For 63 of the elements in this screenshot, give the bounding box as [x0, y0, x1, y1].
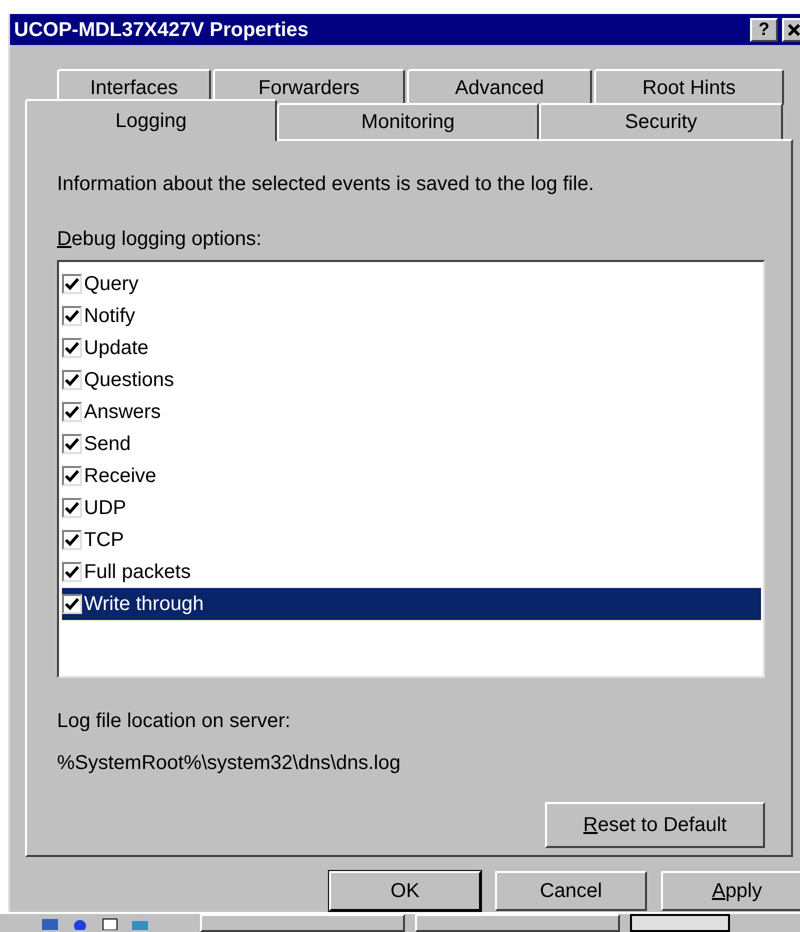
checkbox[interactable]: [62, 434, 82, 454]
tab[interactable]: Root Hints: [594, 69, 784, 105]
option-label: Query: [84, 272, 138, 297]
option-label: TCP: [84, 528, 124, 553]
tab[interactable]: Logging: [25, 99, 277, 141]
checkbox[interactable]: [62, 498, 82, 518]
checkmark-icon: [65, 438, 79, 450]
checkmark-icon: [65, 278, 79, 290]
option-label: Answers: [84, 400, 161, 425]
checkmark-icon: [65, 406, 79, 418]
dialog-button[interactable]: Cancel: [495, 871, 647, 911]
description-text: Information about the selected events is saved to the log file.: [57, 172, 595, 197]
checkmark-icon: [65, 374, 79, 386]
checkbox[interactable]: [62, 338, 82, 358]
checkmark-icon: [65, 342, 79, 354]
close-button[interactable]: [782, 18, 800, 42]
checkbox[interactable]: [62, 370, 82, 390]
option-label: Notify: [84, 304, 136, 329]
checkmark-icon: [65, 566, 79, 578]
checkmark-icon: [65, 310, 79, 322]
list-item[interactable]: Update: [62, 332, 761, 364]
checkmark-icon: [65, 534, 79, 546]
list-item[interactable]: Full packets: [62, 556, 761, 588]
list-item[interactable]: TCP: [62, 524, 761, 556]
help-button[interactable]: ?: [750, 18, 778, 42]
checkbox[interactable]: [62, 530, 82, 550]
log-location-label: Log file location on server:: [57, 709, 292, 734]
option-label: UDP: [84, 496, 126, 521]
options-label: Debug logging options:: [57, 227, 263, 252]
app-icon: [40, 916, 60, 930]
option-label: Full packets: [84, 560, 191, 585]
list-item[interactable]: Receive: [62, 460, 761, 492]
checkmark-icon: [65, 598, 79, 610]
list-item[interactable]: UDP: [62, 492, 761, 524]
list-item[interactable]: Send: [62, 428, 761, 460]
checkbox[interactable]: [62, 466, 82, 486]
tab[interactable]: Forwarders: [213, 69, 405, 105]
checkbox[interactable]: [62, 306, 82, 326]
reset-button[interactable]: Reset to Default: [545, 802, 765, 848]
log-location-path: %SystemRoot%\system32\dns\dns.log: [57, 751, 402, 776]
option-label: Receive: [84, 464, 156, 489]
checkbox[interactable]: [62, 402, 82, 422]
checkmark-icon: [65, 470, 79, 482]
checkbox[interactable]: [62, 562, 82, 582]
list-item[interactable]: Answers: [62, 396, 761, 428]
checkbox[interactable]: [62, 594, 82, 614]
list-item[interactable]: Notify: [62, 300, 761, 332]
taskbar-button[interactable]: [630, 914, 730, 932]
list-item[interactable]: Write through: [62, 588, 761, 620]
tab[interactable]: Security: [539, 103, 783, 139]
tab[interactable]: Advanced: [407, 69, 592, 105]
close-icon: [787, 22, 800, 36]
window-title: UCOP-MDL37X427V Properties: [14, 18, 310, 42]
checkmark-icon: [65, 502, 79, 514]
option-label: Send: [84, 432, 131, 457]
option-label: Write through: [84, 592, 204, 617]
dialog-button[interactable]: OK: [329, 871, 481, 911]
tab[interactable]: Monitoring: [277, 103, 539, 139]
list-item[interactable]: Questions: [62, 364, 761, 396]
option-label: Questions: [84, 368, 174, 393]
checkbox[interactable]: [62, 274, 82, 294]
option-label: Update: [84, 336, 148, 361]
list-item[interactable]: Query: [62, 268, 761, 300]
